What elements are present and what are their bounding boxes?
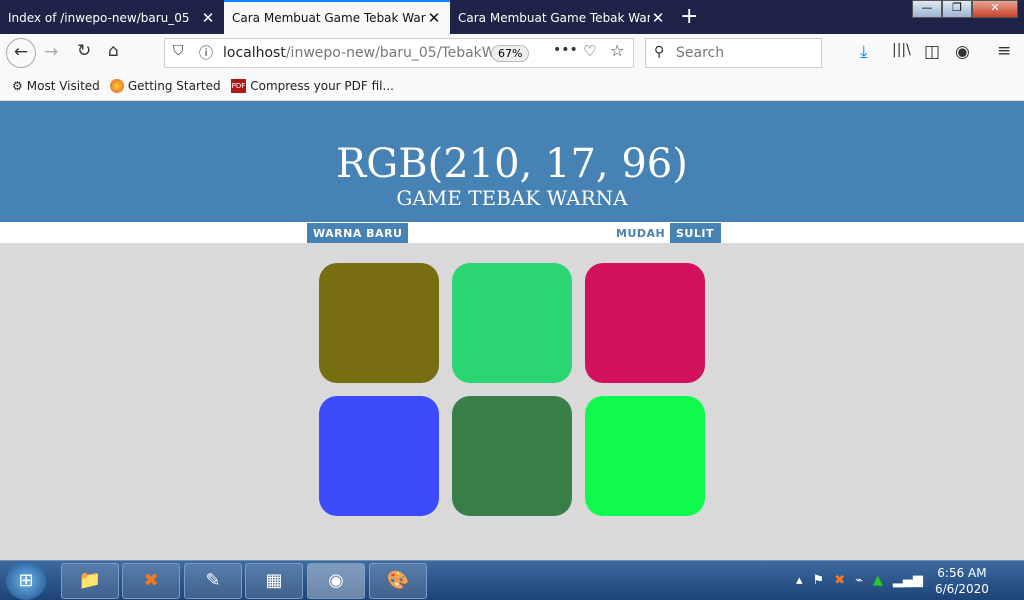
home-icon[interactable]: ⌂: [108, 41, 119, 61]
info-icon[interactable]: ⓘ: [199, 43, 213, 63]
search-placeholder: Search: [676, 45, 725, 61]
url-bar[interactable]: ⛉ ⓘ localhost/inwepo-new/baru_05/TebakWa…: [164, 38, 634, 68]
system-tray: ▴ ⚑ ✖ ⌁ ▲ ▂▄▆: [796, 573, 923, 588]
shield-icon: ⛉: [173, 43, 184, 59]
tab-title: Cara Membuat Game Tebak Warna: [232, 11, 426, 25]
bookmark-label: Compress your PDF fil...: [250, 79, 394, 93]
calculator-taskbar-icon[interactable]: ▦: [245, 563, 303, 599]
bookmark-getting-started[interactable]: Getting Started: [109, 79, 221, 93]
color-square[interactable]: [319, 263, 439, 383]
bookmark-label: Getting Started: [127, 79, 221, 93]
new-tab-icon[interactable]: +: [680, 4, 698, 29]
firefox-icon: [109, 79, 124, 93]
tab-index[interactable]: Index of /inwepo-new/baru_05 ✕: [0, 2, 224, 34]
tab-game[interactable]: Cara Membuat Game Tebak Warna ✕: [450, 2, 674, 34]
forward-icon[interactable]: →: [44, 42, 58, 62]
search-icon: ⚲: [654, 44, 665, 60]
start-button[interactable]: ⊞: [6, 562, 46, 600]
color-square[interactable]: [585, 263, 705, 383]
bookmark-star-icon[interactable]: ☆: [610, 41, 624, 60]
minimize-button[interactable]: —: [912, 0, 942, 18]
bookmarks-bar: ⚙ Most Visited Getting Started PDF Compres…: [0, 72, 1024, 101]
flag-icon[interactable]: ⚑: [813, 573, 825, 588]
clock[interactable]: 6:56 AM 6/6/2020: [935, 565, 989, 597]
bookmark-compress-pdf[interactable]: PDF Compress your PDF fil...: [230, 79, 394, 93]
color-square[interactable]: [585, 396, 705, 516]
color-square[interactable]: [452, 396, 572, 516]
close-tab-icon[interactable]: ✕: [426, 9, 442, 27]
clock-date: 6/6/2020: [935, 582, 989, 596]
tab-title: Index of /inwepo-new/baru_05: [8, 11, 190, 25]
hard-mode-button[interactable]: SULIT: [670, 223, 721, 243]
bookmark-label: Most Visited: [26, 79, 100, 93]
firefox-taskbar-icon[interactable]: ◉: [307, 563, 365, 599]
close-window-button[interactable]: ✕: [972, 0, 1018, 18]
more-icon[interactable]: •••: [553, 42, 578, 58]
tab-title: Cara Membuat Game Tebak Warna: [458, 11, 650, 25]
menu-icon[interactable]: ≡: [997, 41, 1011, 61]
color-square[interactable]: [452, 263, 572, 383]
sidebar-icon[interactable]: ◫: [924, 42, 940, 62]
pdf-icon: PDF: [230, 79, 247, 93]
tab-game-active[interactable]: Cara Membuat Game Tebak Warna ✕: [224, 0, 450, 34]
power-icon[interactable]: ⌁: [855, 573, 863, 588]
controls-stripe: WARNA BARU MUDAH SULIT: [0, 222, 1024, 243]
app-tray-icon[interactable]: ▲: [873, 573, 883, 588]
clock-time: 6:56 AM: [937, 566, 987, 580]
tab-bar: Index of /inwepo-new/baru_05 ✕ Cara Membu…: [0, 0, 1024, 34]
close-tab-icon[interactable]: ✕: [650, 9, 666, 27]
url-host: localhost: [223, 45, 286, 61]
show-hidden-icons[interactable]: ▴: [796, 573, 803, 588]
search-input[interactable]: ⚲ Search: [645, 38, 822, 68]
explorer-taskbar-icon[interactable]: 📁: [61, 563, 119, 599]
xampp-tray-icon[interactable]: ✖: [834, 573, 845, 588]
nav-toolbar: ← → ↻ ⌂ ⛉ ⓘ localhost/inwepo-new/baru_05…: [0, 34, 1024, 72]
new-colors-button[interactable]: WARNA BARU: [307, 223, 409, 243]
bookmark-most-visited[interactable]: ⚙ Most Visited: [12, 79, 100, 93]
rgb-target-title: RGB(210, 17, 96): [336, 141, 688, 187]
download-icon[interactable]: ⤓: [860, 42, 868, 62]
notepadpp-taskbar-icon[interactable]: ✎: [184, 563, 242, 599]
taskbar: ⊞ 📁 ✖ ✎ ▦ ◉ 🎨 ▴ ⚑ ✖ ⌁ ▲ ▂▄▆ 6:56 AM 6/6/2…: [0, 560, 1024, 600]
xampp-taskbar-icon[interactable]: ✖: [122, 563, 180, 599]
pocket-icon[interactable]: ♡: [583, 42, 596, 60]
back-icon[interactable]: ←: [6, 38, 36, 68]
url-path: /inwepo-new/baru_05/TebakWarn: [285, 45, 518, 61]
paint-taskbar-icon[interactable]: 🎨: [369, 563, 427, 599]
reload-icon[interactable]: ↻: [77, 41, 91, 61]
account-icon[interactable]: ◉: [955, 42, 970, 62]
close-tab-icon[interactable]: ✕: [200, 9, 216, 27]
color-square[interactable]: [319, 396, 439, 516]
library-icon[interactable]: |||\: [892, 42, 911, 58]
game-header: RGB(210, 17, 96) GAME TEBAK WARNA: [0, 101, 1024, 222]
zoom-level[interactable]: 67%: [491, 45, 530, 62]
network-icon[interactable]: ▂▄▆: [893, 573, 923, 588]
easy-mode-button[interactable]: MUDAH: [610, 223, 671, 243]
gear-icon: ⚙: [12, 79, 23, 93]
game-subtitle: GAME TEBAK WARNA: [396, 186, 628, 210]
maximize-button[interactable]: ❐: [942, 0, 972, 18]
